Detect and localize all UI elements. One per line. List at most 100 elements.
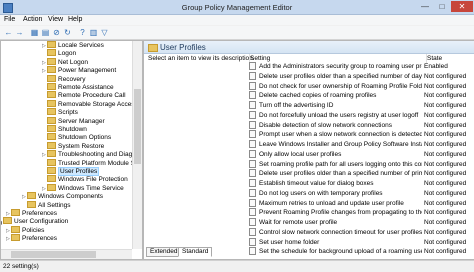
tree-item[interactable]: Removable Storage Access (42, 99, 138, 109)
refresh-icon[interactable]: ↻ (63, 28, 72, 37)
pane-header: User Profiles (144, 41, 474, 54)
tree-item[interactable]: ▷ Preferences (6, 209, 57, 218)
setting-row[interactable]: Control slow network connection timeout … (249, 227, 474, 237)
title-bar: Group Policy Management Editor — □ ✕ (0, 0, 474, 15)
filter-icon[interactable]: ▽ (100, 28, 109, 37)
column-header-setting[interactable]: Setting (249, 54, 425, 63)
folder-icon (47, 83, 56, 90)
folder-icon (47, 108, 56, 116)
setting-row[interactable]: Prevent Roaming Profile changes from pro… (249, 208, 474, 217)
folder-icon (47, 91, 56, 99)
setting-name: Maximum retries to unload and update use… (259, 199, 404, 207)
setting-name: Delete user profiles older than a specif… (259, 170, 422, 178)
folder-icon (47, 74, 56, 82)
policy-setting-icon (249, 101, 256, 109)
setting-state: Not configured (424, 199, 467, 207)
tree-item[interactable]: ▷ Preferences (6, 234, 57, 243)
tree-horizontal-scrollbar[interactable] (1, 249, 132, 259)
setting-state: Not configured (424, 92, 467, 100)
tree-item-label: Locale Services (58, 42, 104, 50)
policy-setting-icon (249, 110, 256, 119)
tree-item-label: System Restore (58, 143, 105, 151)
setting-state: Not configured (424, 170, 467, 178)
policy-setting-icon (249, 179, 256, 187)
tree-item[interactable]: ▷ Troubleshooting and Diagnostics (42, 150, 143, 159)
folder-icon (47, 41, 56, 48)
tree-item-label: Troubleshooting and Diagnostics (58, 151, 143, 159)
tree-item-label: Trusted Platform Module Services (58, 159, 142, 167)
tree-item[interactable]: ▷ Windows Time Service (42, 183, 124, 193)
menu-view[interactable]: View (48, 16, 63, 23)
close-button[interactable]: ✕ (451, 1, 473, 12)
setting-row[interactable]: Set the schedule for background upload o… (249, 247, 474, 256)
forward-icon[interactable]: → (15, 28, 24, 37)
policy-setting-icon (249, 227, 256, 236)
setting-row[interactable]: Do not forcefully unload the users regis… (249, 110, 474, 120)
folder-icon (47, 66, 56, 74)
policy-setting-icon (249, 198, 256, 207)
menu-action[interactable]: Action (23, 16, 42, 23)
help-icon[interactable]: ? (78, 28, 87, 37)
pane-title: User Profiles (160, 43, 206, 52)
list-icon[interactable]: ▤ (41, 28, 50, 37)
tab-extended[interactable]: Extended (146, 247, 182, 257)
tree-item-label: Removable Storage Access (58, 101, 138, 109)
setting-name: Only allow local user profiles (259, 150, 342, 158)
menu-file[interactable]: File (4, 16, 15, 23)
setting-row[interactable]: Do not log users on with temporary profi… (249, 188, 474, 198)
tree-item[interactable]: All Settings (22, 200, 71, 210)
maximize-button[interactable]: □ (434, 1, 450, 12)
tree-item-label: Recovery (58, 75, 86, 83)
tree-hscroll-thumb[interactable] (11, 251, 96, 258)
setting-state: Not configured (424, 209, 467, 217)
tree-item-label: Windows File Protection (58, 176, 128, 184)
setting-row[interactable]: Prompt user when a slow network connecti… (249, 130, 474, 139)
folder-icon (3, 217, 12, 225)
setting-row[interactable]: Set user home folder Not configured (249, 237, 474, 247)
setting-row[interactable]: Delete user profiles older than a specif… (249, 169, 474, 178)
policy-setting-icon (249, 208, 256, 217)
setting-state: Not configured (424, 111, 467, 119)
setting-row[interactable]: Maximum retries to unload and update use… (249, 198, 474, 208)
setting-name: Disable detection of slow network connec… (259, 121, 392, 129)
setting-state: Not configured (424, 228, 467, 236)
setting-row[interactable]: Delete cached copies of roaming profiles… (249, 91, 474, 100)
details-pane: User Profiles Select an item to view its… (143, 40, 474, 260)
setting-row[interactable]: Disable detection of slow network connec… (249, 120, 474, 130)
policy-setting-icon (249, 120, 256, 129)
show-hide-tree-icon[interactable]: ▦ (30, 28, 39, 37)
setting-row[interactable]: Set roaming profile path for all users l… (249, 159, 474, 169)
setting-row[interactable]: Delete user profiles older than a specif… (249, 71, 474, 81)
setting-name: Delete user profiles older than a specif… (259, 72, 422, 80)
setting-row[interactable]: Only allow local user profiles Not config… (249, 149, 474, 159)
minimize-button[interactable]: — (417, 1, 433, 12)
tree-item-label: Shutdown (58, 126, 87, 134)
setting-name: Do not forcefully unload the users regis… (259, 111, 419, 119)
setting-row[interactable]: Add the Administrators security group to… (249, 62, 474, 71)
tab-standard[interactable]: Standard (178, 247, 213, 257)
setting-name: Establish timeout value for dialog boxes (259, 180, 374, 187)
policy-setting-icon (249, 81, 256, 90)
policy-setting-icon (249, 91, 256, 100)
column-header-state[interactable]: State (426, 54, 474, 63)
menu-bar: File Action View Help (0, 15, 474, 25)
tree-vscroll-thumb[interactable] (134, 89, 141, 164)
tree-vertical-scrollbar[interactable] (132, 41, 142, 249)
folder-icon (47, 125, 56, 132)
properties-icon[interactable]: ▥ (89, 28, 98, 37)
delete-icon[interactable]: ⊘ (52, 28, 61, 37)
folder-icon (47, 133, 56, 141)
setting-row[interactable]: Turn off the advertising ID Not configure… (249, 101, 474, 110)
setting-row[interactable]: Do not check for user ownership of Roami… (249, 81, 474, 91)
menu-help[interactable]: Help (68, 16, 82, 23)
status-bar: 22 setting(s) (0, 260, 474, 272)
setting-state: Not configured (424, 131, 467, 139)
setting-row[interactable]: Leave Windows Installer and Group Policy… (249, 140, 474, 149)
policy-setting-icon (249, 159, 256, 168)
back-icon[interactable]: ← (4, 28, 13, 37)
setting-state: Not configured (424, 248, 467, 256)
setting-row[interactable]: Establish timeout value for dialog boxes… (249, 179, 474, 188)
setting-row[interactable]: Wait for remote user profile Not configur… (249, 218, 474, 227)
setting-state: Enabled (424, 63, 448, 70)
setting-name: Do not log users on with temporary profi… (259, 189, 383, 197)
